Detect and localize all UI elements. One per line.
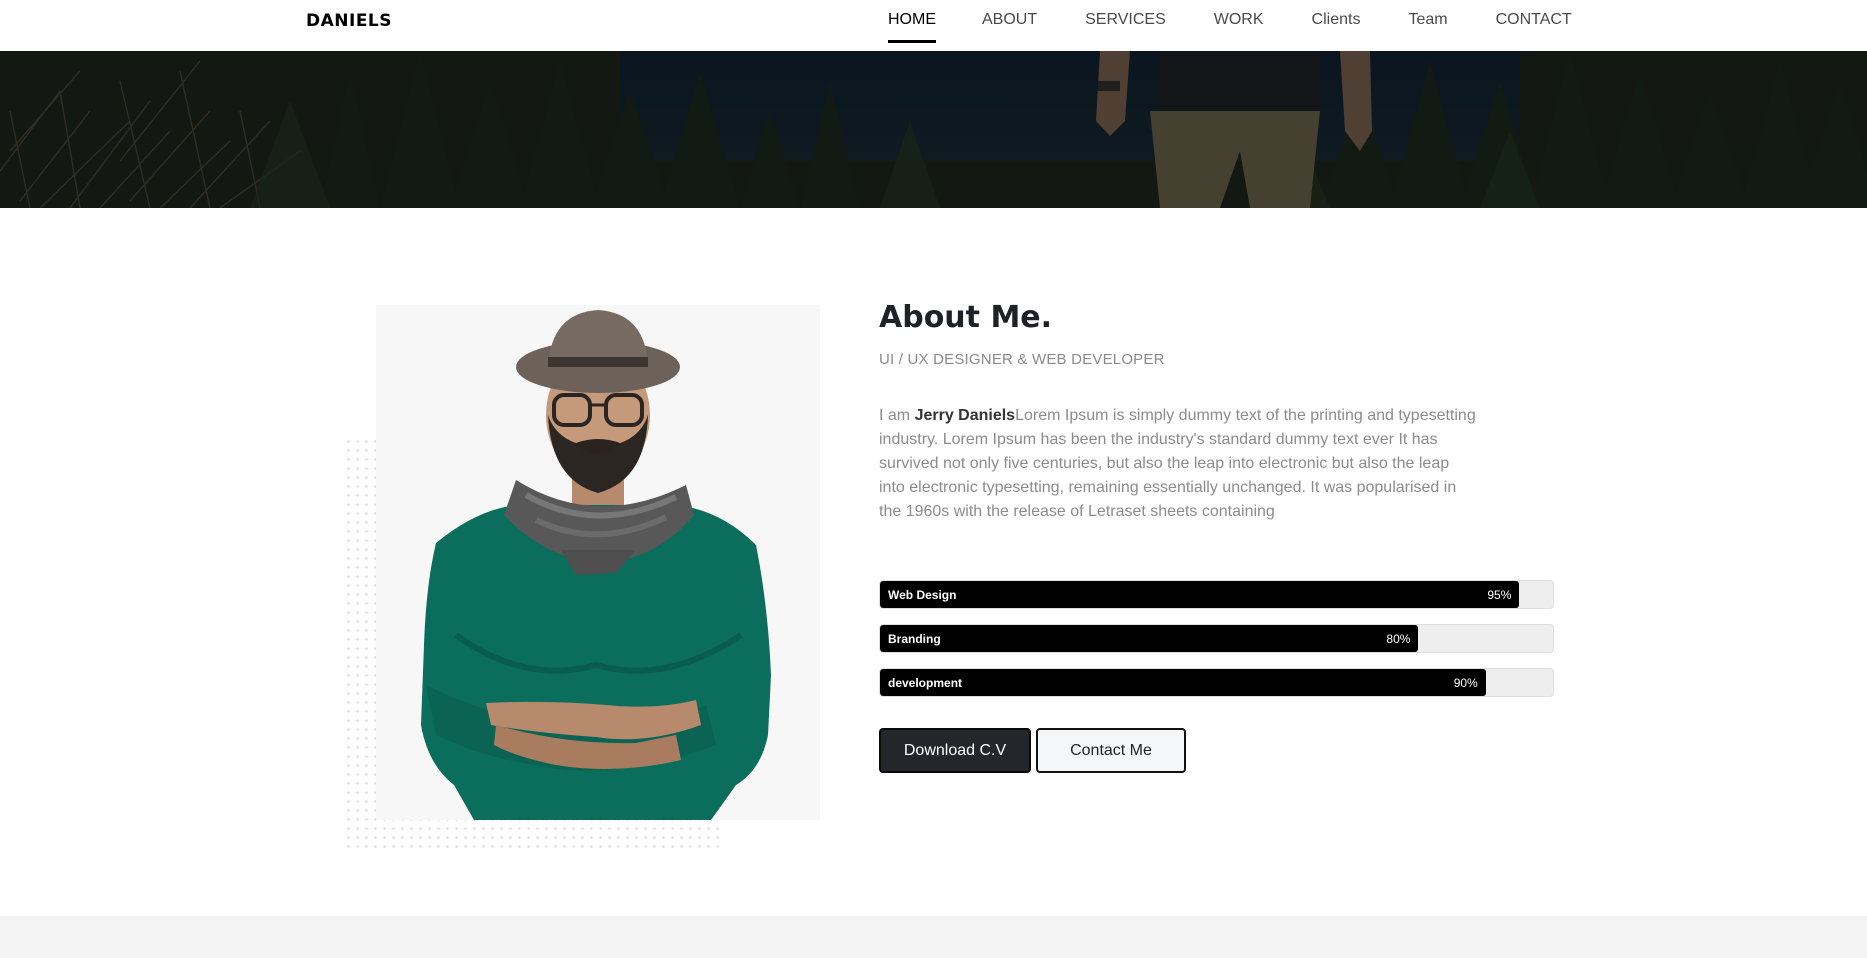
nav-item-contact[interactable]: CONTACT — [1496, 0, 1572, 51]
about-subtitle: UI / UX DESIGNER & WEB DEVELOPER — [879, 351, 1165, 368]
hero-banner — [0, 51, 1867, 208]
next-section-band — [0, 916, 1867, 958]
nav-item-services[interactable]: SERVICES — [1085, 0, 1166, 51]
skill-percent: 80% — [1386, 632, 1411, 646]
about-name: Jerry Daniels — [914, 407, 1016, 424]
nav-item-about[interactable]: ABOUT — [982, 0, 1037, 51]
about-description: I am Jerry DanielsLorem Ipsum is simply … — [879, 404, 1479, 524]
skill-percent: 95% — [1487, 588, 1512, 602]
about-title: About Me. — [879, 300, 1053, 335]
skill-fill — [880, 669, 1486, 696]
nav-item-home[interactable]: HOME — [888, 0, 936, 51]
brand-logo[interactable]: DANIELS — [306, 11, 392, 31]
main-nav: HOME ABOUT SERVICES WORK Clients Team CO… — [888, 0, 1572, 51]
nav-item-work[interactable]: WORK — [1214, 0, 1264, 51]
person-illustration — [376, 305, 820, 820]
skill-bar-web-design: Web Design 95% — [879, 580, 1554, 609]
navbar: DANIELS HOME ABOUT SERVICES WORK Clients… — [0, 0, 1867, 51]
skill-bar-branding: Branding 80% — [879, 624, 1554, 653]
skill-percent: 90% — [1453, 676, 1478, 690]
nav-item-clients[interactable]: Clients — [1312, 0, 1361, 51]
nav-item-team[interactable]: Team — [1408, 0, 1447, 51]
skill-label: development — [888, 676, 963, 690]
skill-label: Branding — [888, 632, 941, 646]
skill-fill — [880, 625, 1419, 652]
contact-me-button[interactable]: Contact Me — [1036, 728, 1186, 773]
skill-bar-development: development 90% — [879, 668, 1554, 697]
skill-label: Web Design — [888, 588, 957, 602]
download-cv-button[interactable]: Download C.V — [879, 728, 1031, 773]
profile-photo — [376, 305, 820, 820]
hero-forest-image — [0, 51, 1867, 208]
skill-fill — [880, 581, 1520, 608]
about-intro: I am — [879, 407, 915, 424]
